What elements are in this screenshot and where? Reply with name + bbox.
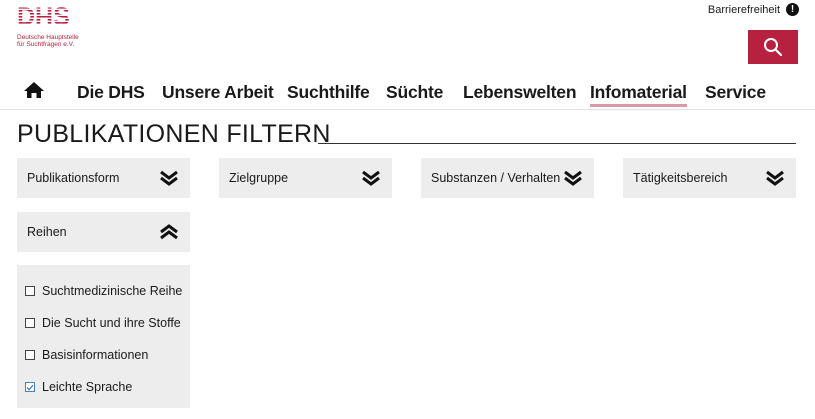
reihen-options-panel: Suchtmedizinische Reihe Die Sucht und ih…	[17, 265, 190, 408]
checkbox[interactable]	[25, 318, 35, 328]
filter-zielgruppe[interactable]: Zielgruppe	[219, 158, 392, 198]
nav-item-service[interactable]: Service	[705, 82, 766, 103]
logo-subtitle-line2: für Suchtfragen e.V.	[17, 41, 75, 48]
checkbox[interactable]	[25, 286, 35, 296]
filter-reihen[interactable]: Reihen	[17, 212, 190, 252]
svg-text:DHS: DHS	[17, 4, 70, 28]
dhs-logo-mark: DHS	[17, 3, 70, 31]
accessibility-label: Barrierefreiheit	[707, 3, 780, 16]
logo-subtitle-line1: Deutsche Hauptstelle	[17, 34, 79, 41]
option-label: Leichte Sprache	[42, 380, 133, 394]
chevron-double-down-icon	[562, 168, 584, 188]
dhs-logo[interactable]: DHS Deutsche Hauptstelle für Suchtfragen…	[17, 3, 87, 48]
option-label: Basisinformationen	[42, 348, 149, 362]
title-divider	[318, 143, 796, 144]
filter-label: Substanzen / Verhalten	[431, 171, 561, 185]
chevron-double-down-icon	[158, 168, 180, 188]
search-button[interactable]	[748, 30, 798, 64]
filter-publikationsform[interactable]: Publikationsform	[17, 158, 190, 198]
nav-item-lebenswelten[interactable]: Lebenswelten	[463, 82, 577, 103]
filter-label: Reihen	[27, 225, 67, 239]
filter-taetigkeitsbereich[interactable]: Tätigkeitsbereich	[623, 158, 796, 198]
nav-item-suechte[interactable]: Süchte	[386, 82, 443, 103]
nav-item-infomaterial[interactable]: Infomaterial	[590, 82, 687, 107]
nav-item-unsere-arbeit[interactable]: Unsere Arbeit	[162, 82, 274, 103]
option-die-sucht-und-ihre-stoffe[interactable]: Die Sucht und ihre Stoffe	[17, 307, 190, 339]
chevron-double-up-icon	[158, 222, 180, 242]
checkbox-checked[interactable]	[25, 382, 35, 392]
nav-item-die-dhs[interactable]: Die DHS	[77, 82, 145, 103]
page-title: PUBLIKATIONEN FILTERN	[17, 120, 331, 148]
filter-label: Zielgruppe	[229, 171, 289, 185]
option-suchtmedizinische-reihe[interactable]: Suchtmedizinische Reihe	[17, 275, 190, 307]
chevron-double-down-icon	[360, 168, 382, 188]
filter-label: Tätigkeitsbereich	[633, 171, 728, 185]
option-label: Die Sucht und ihre Stoffe	[42, 316, 181, 330]
option-label: Suchtmedizinische Reihe	[42, 284, 183, 298]
exclamation-circle-icon: !	[786, 3, 799, 16]
option-basisinformationen[interactable]: Basisinformationen	[17, 339, 190, 371]
nav-home[interactable]	[23, 81, 45, 104]
checkbox[interactable]	[25, 350, 35, 360]
checkmark-icon	[26, 384, 34, 391]
accessibility-link[interactable]: Barrierefreiheit !	[708, 3, 799, 16]
home-icon	[24, 82, 44, 98]
main-navigation: Die DHS Unsere Arbeit Suchthilfe Süchte …	[0, 74, 815, 110]
filter-label: Publikationsform	[27, 171, 120, 185]
nav-item-suchthilfe[interactable]: Suchthilfe	[287, 82, 370, 103]
search-icon	[764, 38, 783, 57]
filter-substanzen-verhalten[interactable]: Substanzen / Verhalten	[421, 158, 594, 198]
option-leichte-sprache[interactable]: Leichte Sprache	[17, 371, 190, 403]
chevron-double-down-icon	[764, 168, 786, 188]
